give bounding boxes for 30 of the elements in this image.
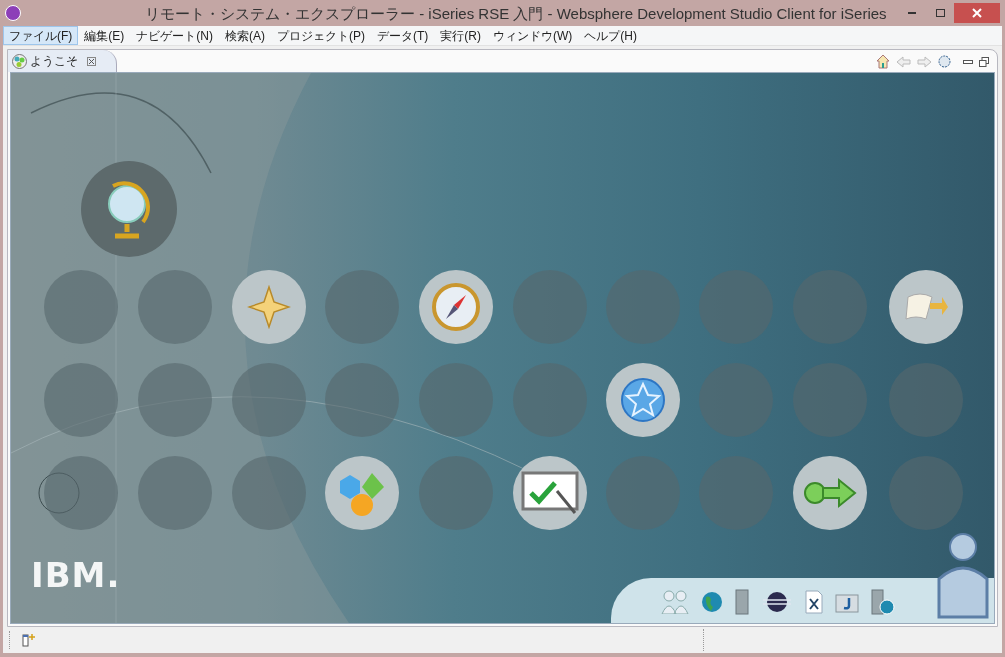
welcome-tab[interactable]: ようこそ bbox=[8, 50, 117, 72]
menu-item[interactable]: ヘルプ(H) bbox=[578, 26, 643, 45]
ibm-logo: IBM. bbox=[31, 558, 121, 592]
menu-item[interactable]: データ(T) bbox=[371, 26, 435, 45]
xml-file-icon[interactable] bbox=[805, 590, 823, 614]
menu-item[interactable]: 実行(R) bbox=[434, 26, 487, 45]
menu-item[interactable]: ナビゲート(N) bbox=[130, 26, 219, 45]
restore-icon[interactable] bbox=[979, 56, 989, 67]
home-icon[interactable] bbox=[876, 54, 890, 69]
user-figure-icon bbox=[936, 533, 990, 619]
menu-item[interactable]: 検索(A) bbox=[219, 26, 271, 45]
circles-icon bbox=[12, 53, 27, 69]
close-icon[interactable] bbox=[87, 56, 96, 66]
server-globe-icon[interactable] bbox=[871, 589, 895, 615]
tab-label: ようこそ bbox=[30, 53, 78, 70]
menu-item[interactable]: ファイル(F) bbox=[3, 26, 79, 45]
sparkle-star-icon bbox=[247, 285, 291, 329]
compass-icon bbox=[431, 282, 481, 332]
fast-view-icon[interactable] bbox=[22, 633, 36, 647]
menu-item[interactable]: 編集(E) bbox=[78, 26, 131, 45]
earth-icon[interactable] bbox=[701, 591, 723, 613]
eclipse-icon[interactable] bbox=[761, 591, 793, 613]
close-button[interactable] bbox=[954, 3, 1000, 23]
menu-item[interactable]: ウィンドウ(W) bbox=[487, 26, 579, 45]
checklist-icon bbox=[521, 471, 579, 515]
close-icon bbox=[972, 8, 982, 18]
app-icon bbox=[5, 5, 21, 21]
window-title: リモート・システム・エクスプローラー - iSeries RSE 入門 - Websphere Development Studio Client for iSeries bbox=[145, 4, 887, 24]
briefcase-icon[interactable] bbox=[835, 591, 859, 613]
menu-item[interactable]: プロジェクト(P) bbox=[271, 26, 371, 45]
